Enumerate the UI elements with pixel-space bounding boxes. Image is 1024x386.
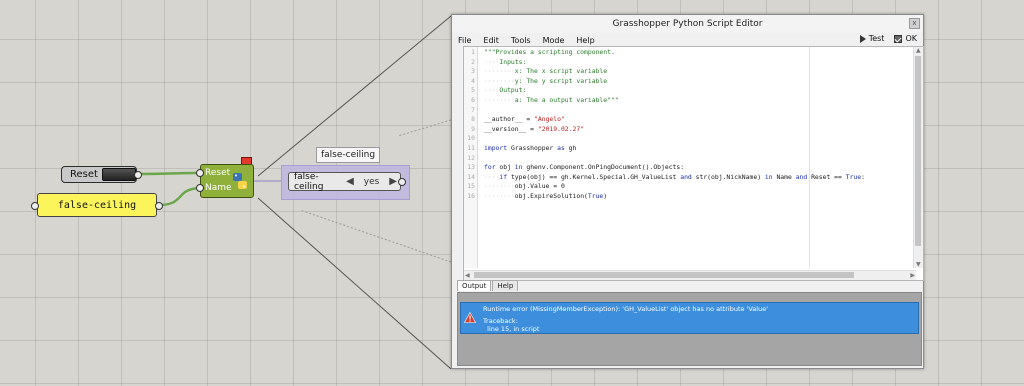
code-editor[interactable]: 1 2 3 4 5 6 7 8 9 10 11 12 13 14 15 16 "…	[463, 46, 924, 281]
line-number: 2	[471, 57, 475, 66]
code-line-13: for obj in ghenv.Component.OnPingDocumen…	[484, 163, 685, 172]
code-text[interactable]: """Provides a scripting component. ····I…	[484, 47, 914, 202]
code-line-11: import Grasshopper as gh	[484, 143, 577, 152]
value-list-output-grip[interactable]	[398, 178, 406, 186]
line-number: 7	[471, 105, 475, 114]
wire-name[interactable]	[158, 186, 201, 207]
value-list-value[interactable]: yes	[357, 177, 386, 187]
panel-text: false-ceiling	[57, 199, 137, 211]
menu-mode[interactable]: Mode	[537, 36, 571, 45]
zoom-line-mid2	[299, 209, 452, 263]
value-list-tooltip-text: false-ceiling	[321, 150, 376, 160]
menu-help[interactable]: Help	[570, 36, 600, 45]
vertical-scroll-thumb[interactable]	[915, 56, 921, 246]
code-line-9: __version__ = "2019.02.27"	[484, 124, 585, 133]
output-panel: Runtime error (MissingMemberException): …	[457, 292, 922, 366]
reset-output-grip[interactable]	[134, 171, 142, 179]
python-input-grip-reset[interactable]	[196, 169, 204, 177]
code-line-2: ····Inputs:	[484, 57, 527, 66]
code-line-16: ········obj.ExpireSolution(True)	[484, 191, 608, 200]
line-number: 5	[471, 86, 475, 95]
tab-help[interactable]: Help	[492, 280, 519, 291]
input-reset-label[interactable]: Reset	[205, 168, 230, 178]
line-number: 3	[471, 67, 475, 76]
ok-button[interactable]: OK	[894, 34, 917, 43]
value-list-component[interactable]: false-ceiling ◀ yes ▶	[288, 171, 401, 192]
arrow-left-icon[interactable]: ◀	[343, 176, 357, 187]
line-number: 8	[471, 115, 475, 124]
error-text: Runtime error (MissingMemberException): …	[483, 305, 768, 333]
warning-icon	[464, 312, 476, 323]
code-line-14: ····if type(obj) == gh.Kernel.Special.GH…	[484, 172, 865, 181]
line-number: 6	[471, 95, 475, 104]
editor-title: Grasshopper Python Script Editor	[612, 19, 763, 29]
code-line-3: ········x: The x script variable	[484, 67, 608, 76]
value-list-tooltip: false-ceiling	[316, 147, 381, 163]
error-message-row[interactable]: Runtime error (MissingMemberException): …	[460, 302, 919, 334]
panel-input-grip[interactable]	[31, 202, 39, 210]
line-number: 10	[467, 134, 475, 143]
output-tabs: Output Help	[457, 280, 519, 291]
code-line-6: ········a: The a output variable"""	[484, 95, 619, 104]
line-number: 4	[471, 76, 475, 85]
menu-file[interactable]: File	[452, 36, 477, 45]
code-line-8: __author__ = "Angelo"	[484, 115, 565, 124]
scroll-up-icon[interactable]: ▲	[916, 47, 921, 54]
reset-toggle[interactable]	[102, 168, 136, 181]
checkbox-icon	[894, 34, 903, 43]
close-icon[interactable]: x	[909, 18, 920, 29]
scroll-left-icon[interactable]: ◀	[465, 272, 470, 279]
scroll-right-icon[interactable]: ▶	[910, 272, 915, 279]
code-line-4: ········y: The y script variable	[484, 76, 608, 85]
play-icon	[859, 34, 866, 43]
value-list-name: false-ceiling	[294, 171, 324, 192]
menu-tools[interactable]: Tools	[505, 36, 537, 45]
python-script-component[interactable]: Reset Name	[200, 164, 254, 198]
editor-titlebar[interactable]: Grasshopper Python Script Editor x	[452, 15, 923, 33]
scroll-down-icon[interactable]: ▼	[916, 261, 921, 268]
test-label: Test	[868, 34, 885, 43]
tab-output[interactable]: Output	[457, 280, 492, 291]
python-script-editor-window[interactable]: Grasshopper Python Script Editor x File …	[451, 14, 924, 369]
reset-button-label: Reset	[70, 169, 98, 180]
reset-button-component[interactable]: Reset	[61, 166, 137, 183]
traceback-line: line 15, in script	[483, 325, 540, 333]
grasshopper-canvas[interactable]: Reset false-ceiling Reset Name false-cei…	[0, 0, 1024, 386]
input-name-label[interactable]: Name	[205, 183, 232, 193]
line-number: 11	[467, 143, 475, 152]
line-number-gutter: 1 2 3 4 5 6 7 8 9 10 11 12 13 14 15 16	[464, 47, 478, 268]
python-input-grip-name[interactable]	[196, 184, 204, 192]
menu-edit[interactable]: Edit	[477, 36, 505, 45]
line-number: 12	[467, 153, 475, 162]
wire-reset[interactable]	[138, 171, 201, 176]
code-line-5: ····Output:	[484, 86, 527, 95]
line-number: 14	[467, 172, 475, 181]
line-number: 9	[471, 124, 475, 133]
panel-component[interactable]: false-ceiling	[37, 193, 157, 217]
zoom-line-bottom	[257, 197, 452, 370]
line-number: 13	[467, 163, 475, 172]
line-number: 16	[467, 191, 475, 200]
python-logo-icon	[233, 173, 247, 189]
panel-output-grip[interactable]	[155, 202, 163, 210]
code-line-1: """Provides a scripting component.	[484, 48, 615, 56]
vertical-scrollbar[interactable]: ▲ ▼	[913, 47, 923, 268]
error-message: Runtime error (MissingMemberException): …	[483, 305, 768, 313]
line-number: 1	[471, 48, 475, 56]
zoom-line-mid	[397, 119, 452, 137]
horizontal-scroll-thumb[interactable]	[474, 272, 854, 278]
traceback-label: Traceback:	[483, 317, 518, 325]
horizontal-scrollbar[interactable]: ◀ ▶	[464, 270, 916, 280]
code-line-15: ········obj.Value = 0	[484, 182, 565, 191]
test-button[interactable]: Test	[859, 34, 885, 43]
line-number: 15	[467, 182, 475, 191]
ok-label: OK	[905, 34, 917, 43]
